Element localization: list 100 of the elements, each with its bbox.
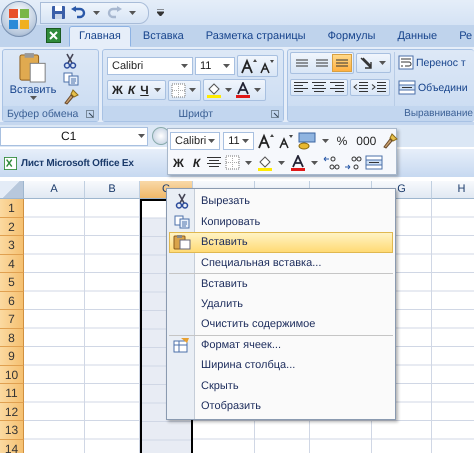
row-header[interactable]: 10 [0, 366, 24, 384]
brush-icon [382, 133, 398, 150]
caret-icon [138, 134, 145, 138]
ribbon-tab[interactable]: Формулы [318, 26, 386, 47]
font-color-icon [290, 154, 306, 171]
merge-cells-icon [398, 80, 416, 95]
excel-icon [46, 28, 61, 43]
group-label: Шрифт [178, 108, 213, 120]
menu-item[interactable]: Удалить [169, 294, 393, 314]
fill-color-icon [257, 154, 274, 171]
thousands-button[interactable]: 000 [353, 134, 380, 148]
align-right-icon [329, 82, 345, 93]
decrease-decimal-icon [344, 154, 362, 171]
clipboard-icon [19, 52, 47, 84]
ribbon-tab[interactable]: Ре [449, 26, 474, 47]
paste-button[interactable]: Вставить [7, 52, 59, 106]
caret-icon [242, 139, 249, 144]
caret-icon [181, 64, 188, 68]
column-header[interactable]: H [432, 181, 474, 199]
caret-icon [224, 88, 232, 92]
outdent-icon [353, 82, 369, 93]
row-header[interactable]: 2 [0, 218, 24, 236]
merge-button[interactable]: Объедини [398, 80, 468, 95]
scissors-icon [63, 53, 77, 69]
row-header[interactable]: 14 [0, 440, 24, 453]
shrink-font-icon [278, 133, 294, 150]
caret-icon [154, 88, 161, 92]
caret-icon [129, 10, 136, 14]
row-header[interactable]: 4 [0, 254, 24, 273]
wrap-text-button[interactable]: Перенос т [398, 55, 468, 70]
grow-font-icon [240, 58, 258, 74]
align-middle-icon [315, 59, 329, 67]
font-size-field[interactable]: 11 [195, 57, 235, 75]
menu-item[interactable]: Очистить содержимое [169, 314, 393, 334]
excel-icon [4, 156, 17, 170]
copy-icon [174, 214, 190, 229]
menu-item[interactable]: Вставить [169, 232, 393, 252]
row-header[interactable]: 6 [0, 292, 24, 310]
ribbon-tab[interactable]: Данные [387, 26, 448, 47]
font-size-field[interactable]: 11 [223, 132, 254, 150]
row-header[interactable]: 7 [0, 310, 24, 328]
align-left-icon [293, 82, 309, 93]
bold-button[interactable]: Ж [110, 83, 125, 97]
caret-icon [278, 160, 286, 165]
merge-cells-icon [365, 155, 384, 170]
caret-icon [322, 139, 329, 144]
borders-icon [225, 155, 240, 170]
customize-icon[interactable] [157, 9, 164, 16]
row-header[interactable]: 1 [0, 199, 24, 218]
align-button[interactable] [333, 55, 351, 71]
dialog-launcher-icon[interactable] [271, 110, 279, 118]
money-icon [296, 132, 317, 150]
increase-decimal-icon [323, 154, 342, 171]
row-header[interactable]: 3 [0, 236, 24, 254]
row-header[interactable]: 8 [0, 328, 24, 347]
row-header[interactable]: 5 [0, 273, 24, 292]
italic-button[interactable]: К [190, 156, 204, 170]
group-label: Буфер обмена [7, 108, 78, 120]
italic-button[interactable]: К [126, 83, 138, 97]
underline-button[interactable]: Ч [138, 83, 151, 97]
caret-icon [223, 64, 230, 68]
row-header[interactable]: 11 [0, 384, 24, 402]
dialog-launcher-icon[interactable] [86, 110, 94, 118]
font-name-field[interactable]: Calibri [107, 57, 193, 75]
ribbon-tab[interactable]: Разметка страницы [196, 26, 316, 47]
row-header[interactable]: 13 [0, 421, 24, 440]
column-header[interactable]: B [85, 181, 140, 199]
caret-icon [245, 160, 252, 165]
menu-item[interactable]: Ширина столбца... [169, 355, 393, 376]
menu-item[interactable]: Отобразить [169, 396, 393, 416]
undo-icon[interactable] [71, 6, 86, 19]
align-center-icon [206, 157, 222, 168]
copy-icon [63, 72, 79, 86]
column-header[interactable]: A [24, 181, 85, 199]
name-box[interactable]: C1 [0, 126, 148, 146]
percent-button[interactable]: % [334, 134, 350, 148]
row-header[interactable]: 9 [0, 347, 24, 366]
caret-icon [208, 139, 216, 144]
font-name-field[interactable]: Calibri [170, 132, 220, 150]
menu-item[interactable]: Вставить [169, 273, 393, 294]
wrap-text-icon [398, 55, 414, 70]
caret-icon [379, 61, 386, 65]
align-center-icon [311, 82, 327, 93]
bold-button[interactable]: Ж [170, 156, 187, 170]
shrink-font-icon [259, 58, 275, 74]
scissors-icon [175, 193, 189, 210]
menu-item[interactable]: Формат ячеек... [169, 334, 393, 355]
menu-item[interactable]: Специальная вставка... [169, 252, 393, 273]
clipboard-icon [173, 234, 191, 250]
caret-icon [254, 88, 261, 92]
save-icon[interactable] [51, 5, 66, 20]
menu-item[interactable]: Скрыть [169, 376, 393, 396]
font-color-icon [234, 82, 251, 98]
menu-item[interactable]: Копировать [169, 212, 393, 232]
ribbon-tab[interactable]: Вставка [132, 26, 194, 47]
caret-icon [93, 10, 100, 14]
ribbon-tab[interactable]: Главная [69, 26, 131, 47]
borders-icon [170, 82, 186, 98]
group-label: Выравнивание [404, 108, 473, 119]
row-header[interactable]: 12 [0, 402, 24, 421]
